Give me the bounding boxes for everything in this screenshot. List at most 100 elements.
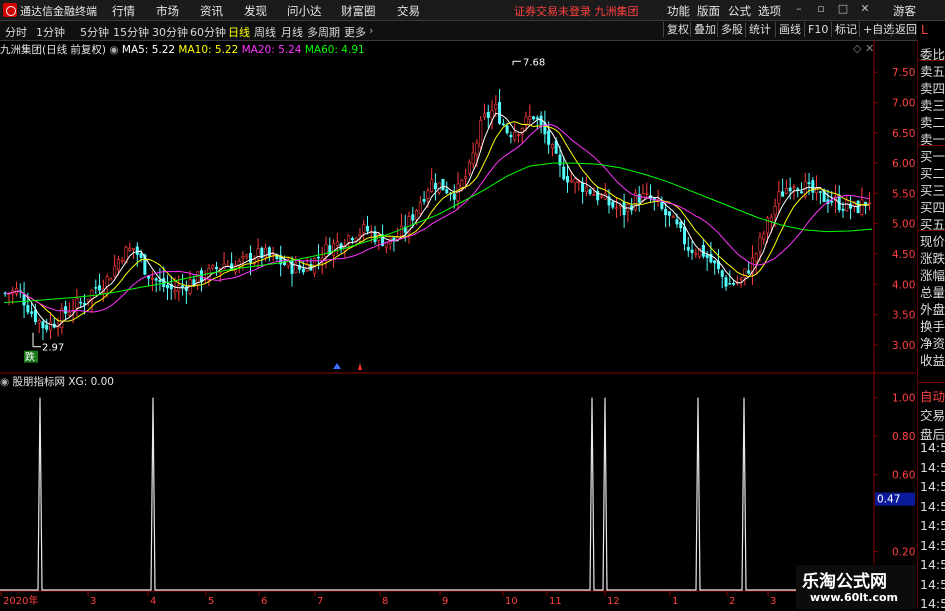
menu-item-ask[interactable]: 问小达 — [287, 3, 322, 19]
stats-button[interactable]: 统计 — [745, 22, 774, 37]
period-daily[interactable]: 日线 — [228, 24, 250, 40]
candle-body — [799, 191, 803, 194]
period-monthly[interactable]: 月线 — [281, 24, 303, 40]
sidebar-header: L — [917, 21, 945, 40]
candle-body — [165, 284, 169, 289]
candle-body — [173, 289, 177, 293]
period-multi[interactable]: 多周期 — [307, 24, 340, 40]
menu-item-wealth[interactable]: 财富圈 — [341, 3, 376, 19]
x-tick-label: 1 — [672, 596, 678, 607]
settings-circle-icon[interactable]: ◉ — [0, 376, 9, 388]
menu-item-trade[interactable]: 交易 — [397, 3, 420, 19]
back-button[interactable]: 返回 — [891, 22, 920, 37]
candle-body — [501, 123, 505, 126]
login-notice[interactable]: 证券交易未登录 九洲集团 — [514, 3, 639, 19]
ma10-label: MA10: 5.22 — [178, 44, 239, 56]
candle-body — [418, 202, 422, 214]
f10-button[interactable]: F10 — [804, 22, 831, 37]
candle-body — [667, 211, 671, 216]
period-weekly[interactable]: 周线 — [254, 24, 276, 40]
y-tick-label: 4.00 — [892, 279, 915, 291]
x-tick-label: 8 — [382, 596, 388, 607]
candle-body — [441, 178, 445, 191]
trade-time: 14:56 — [920, 498, 945, 514]
period-5min[interactable]: 5分钟 — [80, 24, 109, 40]
candle-body — [154, 278, 158, 281]
menu-item-market[interactable]: 行情 — [112, 3, 135, 19]
mark-button[interactable]: 标记 — [831, 22, 860, 37]
kline-chart[interactable]: 7.68 2.97 跌 7.50 7.00 6.50 6.00 5.50 5.00 4.50 4.… — [0, 40, 916, 609]
menu-item-function[interactable]: 功能 — [667, 3, 690, 19]
period-1min[interactable]: 1分钟 — [36, 24, 65, 40]
candle-body — [332, 242, 336, 256]
candle-body — [452, 193, 456, 200]
low-label: 2.97 — [42, 343, 64, 354]
high-label: 7.68 — [523, 57, 545, 68]
watermark-title: 乐淘公式网 — [802, 572, 887, 592]
period-15min[interactable]: 15分钟 — [113, 24, 149, 40]
candle-body — [705, 254, 709, 258]
maximize-icon[interactable]: □ — [836, 2, 850, 16]
menu-item-layout[interactable]: 版面 — [697, 3, 720, 19]
candle-body — [181, 285, 185, 287]
candle-body — [573, 178, 577, 184]
chevron-right-icon[interactable]: › — [369, 24, 373, 37]
candle-body — [739, 277, 743, 280]
candle-body — [592, 194, 596, 196]
chart-options-icon[interactable]: ◇ ✕ — [853, 42, 874, 55]
candle-body — [324, 243, 328, 257]
draw-line-button[interactable]: 画线 — [775, 22, 804, 37]
minimize-icon[interactable]: – — [792, 2, 806, 16]
candle-body — [158, 279, 162, 283]
x-tick-label: 2020年 — [3, 594, 38, 607]
menu-item-discover[interactable]: 发现 — [244, 3, 267, 19]
x-tick-label: 7 — [317, 596, 323, 607]
candle-body — [245, 254, 249, 258]
candle-body — [433, 182, 437, 190]
event-flag-icon — [358, 363, 362, 370]
trade-time: 14:56 — [920, 459, 945, 475]
menu-item-formula[interactable]: 公式 — [728, 3, 751, 19]
sub-y-tick-label: 0.60 — [892, 470, 915, 482]
overlay-button[interactable]: 叠加 — [690, 22, 719, 37]
candle-body — [505, 125, 509, 134]
candle-body — [599, 195, 603, 198]
trade-label[interactable]: 自动 — [920, 386, 945, 405]
x-tick-label: 5 — [208, 596, 214, 607]
candle-body — [867, 202, 871, 205]
candle-body — [830, 200, 834, 203]
candle-body — [732, 282, 736, 285]
menu-item-options[interactable]: 选项 — [758, 3, 781, 19]
stock-label: 九洲集团(日线 前复权) — [0, 44, 107, 56]
candle-body — [860, 199, 864, 215]
menu-item-exchange[interactable]: 市场 — [156, 3, 179, 19]
candle-body — [762, 233, 766, 240]
candle-body — [781, 191, 785, 197]
candle-body — [415, 210, 419, 220]
period-intraday[interactable]: 分时 — [5, 24, 27, 40]
candle-body — [362, 224, 366, 234]
candle-body — [615, 207, 619, 210]
main-chart-info: 九洲集团(日线 前复权) ◉ MA5: 5.22 MA10: 5.22 MA20… — [0, 42, 365, 57]
candle-body — [509, 134, 513, 138]
candle-body — [316, 256, 320, 259]
indicator-name: 股朋指标网 — [12, 376, 66, 388]
period-30min[interactable]: 30分钟 — [152, 24, 188, 40]
period-60min[interactable]: 60分钟 — [190, 24, 226, 40]
candle-body — [845, 200, 849, 212]
guest-label[interactable]: 游客 — [893, 3, 916, 19]
candle-body — [486, 111, 490, 118]
candle-body — [547, 130, 551, 145]
candle-body — [105, 276, 109, 287]
indicator-value: XG: 0.00 — [68, 376, 114, 388]
multi-stock-button[interactable]: 多股 — [717, 22, 746, 37]
period-more[interactable]: 更多 — [344, 24, 366, 40]
adjust-button[interactable]: 复权 — [663, 22, 692, 37]
restore-icon[interactable]: ▫ — [814, 2, 828, 16]
trade-label[interactable]: 交易 — [920, 405, 945, 424]
menu-item-news[interactable]: 资讯 — [200, 3, 223, 19]
settings-circle-icon[interactable]: ◉ — [109, 44, 118, 56]
candle-body — [818, 191, 822, 193]
close-icon[interactable]: ✕ — [858, 2, 872, 16]
candle-body — [773, 205, 777, 216]
